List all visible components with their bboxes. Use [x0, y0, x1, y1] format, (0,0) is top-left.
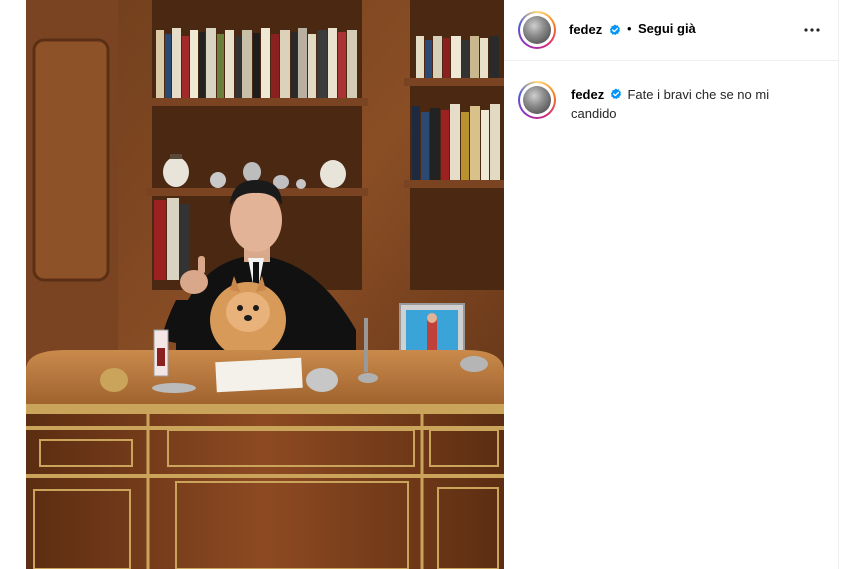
avatar-photo	[523, 16, 551, 44]
post-caption: fedez Fate i bravi che se no mi candido	[571, 86, 811, 123]
following-button[interactable]: Segui già	[638, 21, 696, 36]
caption-author-avatar[interactable]	[518, 81, 556, 119]
avatar-photo	[523, 86, 551, 114]
verified-badge-icon	[610, 87, 622, 105]
post-header: fedez • Segui già	[504, 0, 838, 61]
post-photo	[26, 0, 504, 569]
post-image[interactable]	[26, 0, 504, 569]
more-options-icon[interactable]	[802, 20, 822, 40]
header-separator: •	[627, 21, 632, 36]
verified-badge-icon	[609, 23, 621, 35]
author-username[interactable]: fedez	[569, 22, 602, 37]
caption-username[interactable]: fedez	[571, 87, 604, 102]
author-avatar[interactable]	[518, 11, 556, 49]
post-details-panel: fedez • Segui già fedez Fate i bravi che…	[504, 0, 839, 569]
